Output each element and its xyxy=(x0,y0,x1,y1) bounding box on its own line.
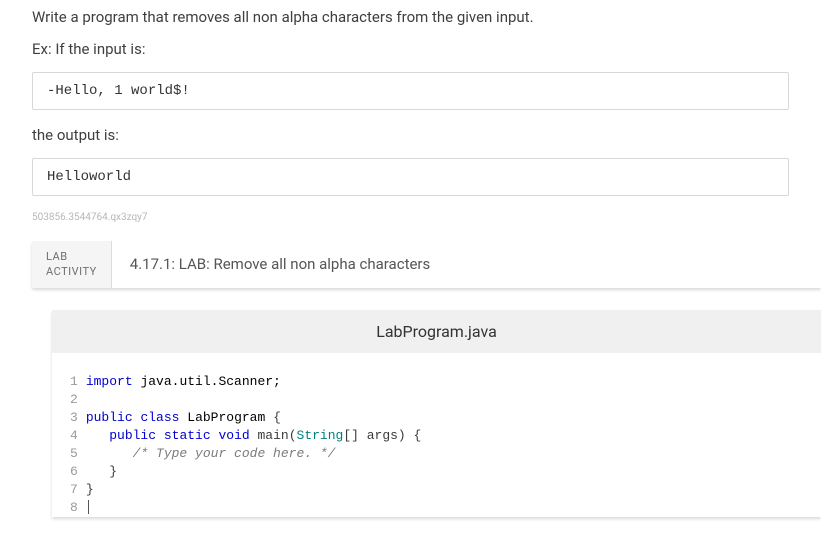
sample-output-block: Helloworld xyxy=(32,158,789,196)
line-number: 8 xyxy=(70,499,78,517)
code-line[interactable]: import java.util.Scanner; xyxy=(86,373,422,391)
line-number: 3 xyxy=(70,409,78,427)
line-number: 1 xyxy=(70,373,78,391)
code-line[interactable]: public class LabProgram { xyxy=(86,409,422,427)
lab-title: 4.17.1: LAB: Remove all non alpha charac… xyxy=(112,241,821,288)
code-line[interactable] xyxy=(86,391,422,409)
code-line[interactable]: } xyxy=(86,481,422,499)
line-number-gutter: 1 2 3 4 5 6 7 8 xyxy=(52,373,86,517)
lab-tab-line2: ACTIVITY xyxy=(46,264,97,279)
sample-input-block: -Hello, 1 world$! xyxy=(32,72,789,110)
code-line[interactable]: public static void main(String[] args) { xyxy=(86,427,422,445)
code-line[interactable] xyxy=(86,499,422,517)
lab-header: LAB ACTIVITY 4.17.1: LAB: Remove all non… xyxy=(32,241,821,288)
problem-statement: Write a program that removes all non alp… xyxy=(32,8,789,26)
lab-activity-tab[interactable]: LAB ACTIVITY xyxy=(32,241,112,288)
line-number: 5 xyxy=(70,445,78,463)
output-intro: the output is: xyxy=(32,126,789,144)
line-number: 7 xyxy=(70,481,78,499)
line-number: 6 xyxy=(70,463,78,481)
line-number: 2 xyxy=(70,391,78,409)
code-editor-panel: LabProgram.java 1 2 3 4 5 6 7 8 import j… xyxy=(52,310,821,517)
line-number: 4 xyxy=(70,427,78,445)
filename-label: LabProgram.java xyxy=(52,310,821,353)
code-editor[interactable]: 1 2 3 4 5 6 7 8 import java.util.Scanner… xyxy=(52,353,821,517)
code-lines[interactable]: import java.util.Scanner; public class L… xyxy=(86,373,432,517)
lab-tab-line1: LAB xyxy=(46,249,97,264)
code-line[interactable]: } xyxy=(86,463,422,481)
example-intro: Ex: If the input is: xyxy=(32,40,789,58)
trace-id: 503856.3544764.qx3zqy7 xyxy=(32,212,789,223)
text-cursor-icon xyxy=(88,500,89,514)
code-line[interactable]: /* Type your code here. */ xyxy=(86,445,422,463)
